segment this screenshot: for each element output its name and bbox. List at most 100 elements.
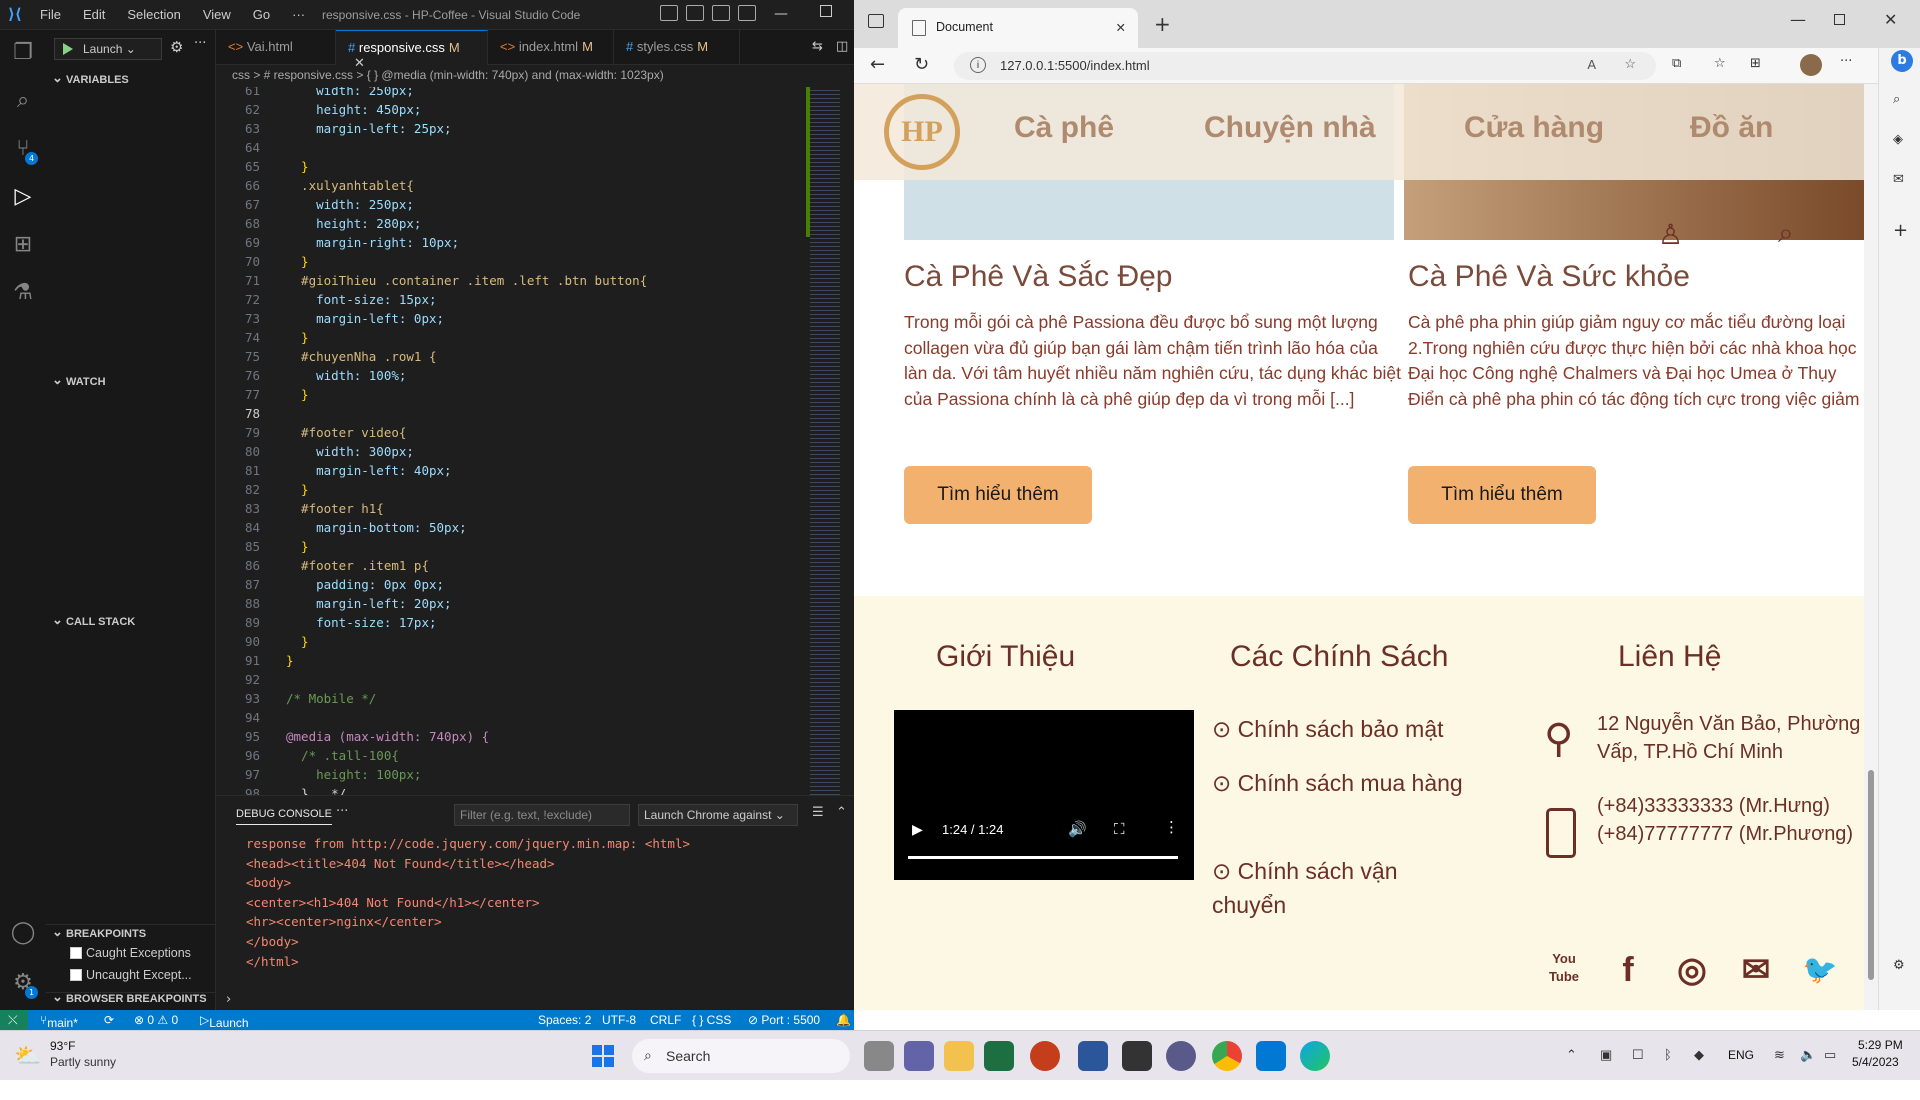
policy-purchase[interactable]: ⊙ Chính sách mua hàng [1212, 766, 1472, 800]
browser-tab-document[interactable]: Document ✕ [898, 8, 1138, 48]
outlook-icon[interactable]: ✉ [1893, 172, 1904, 187]
nav-do-an[interactable]: Đồ ăn [1690, 111, 1773, 145]
more-actions-icon[interactable]: ··· [194, 36, 206, 51]
clock-time[interactable]: 5:29 PM [1858, 1038, 1903, 1052]
code-line[interactable]: #gioiThieu .container .item .left .btn b… [286, 273, 647, 288]
menu-view[interactable]: View [203, 7, 231, 22]
tray-app-icon[interactable]: ▣ [1600, 1047, 1612, 1063]
code-line[interactable]: } [286, 387, 309, 402]
code-line[interactable]: width: 300px; [286, 444, 414, 459]
section-watch[interactable]: WATCH [46, 372, 216, 388]
code-line[interactable]: } [286, 539, 309, 554]
status-branch[interactable]: ⑂ main* [40, 1013, 78, 1030]
code-line[interactable]: #footer .item1 p{ [286, 558, 429, 573]
code-line[interactable]: height: 450px; [286, 102, 421, 117]
testing-icon[interactable]: ⚗ [10, 280, 36, 306]
app-icon[interactable] [1166, 1041, 1196, 1071]
section-variables[interactable]: VARIABLES [46, 70, 216, 86]
tab-styles-css[interactable]: # styles.css M [614, 30, 740, 65]
console-filter-input[interactable]: Filter (e.g. text, !exclude) [454, 804, 630, 826]
menu-more[interactable]: ··· [292, 7, 305, 22]
code-line[interactable]: height: 280px; [286, 216, 421, 231]
code-line[interactable]: margin-bottom: 50px; [286, 520, 467, 535]
extensions-icon[interactable]: ⊞ [10, 232, 36, 258]
read-aloud-icon[interactable]: A [1587, 57, 1596, 72]
bp-caught-exceptions[interactable]: Caught Exceptions [70, 946, 191, 960]
learn-more-button-beauty[interactable]: Tìm hiểu thêm [904, 466, 1092, 524]
tab-actions-icon[interactable] [868, 14, 884, 28]
search-icon[interactable]: ⌕ [10, 88, 36, 114]
account-icon[interactable]: ◯ [10, 920, 36, 946]
start-icon[interactable] [592, 1045, 614, 1067]
code-line[interactable]: width: 100%; [286, 368, 406, 383]
code-line[interactable]: height: 100px; [286, 767, 421, 782]
close-window-icon[interactable]: ✕ [1884, 10, 1897, 29]
code-line[interactable]: margin-left: 25px; [286, 121, 451, 136]
powerpoint-icon[interactable] [1030, 1041, 1060, 1071]
search-icon[interactable]: ⌕ [1778, 216, 1794, 250]
taskbar-search[interactable]: ⌕ Search [632, 1039, 850, 1073]
volume-icon[interactable]: 🔈 [1800, 1047, 1816, 1063]
favorites-icon[interactable]: ☆ [1714, 56, 1726, 71]
nav-cua-hang[interactable]: Cửa hàng [1464, 111, 1604, 145]
settings-more-icon[interactable]: ··· [1840, 54, 1852, 69]
twitter-icon[interactable]: 🐦 [1800, 950, 1840, 990]
code-line[interactable]: } [286, 653, 294, 668]
language-indicator[interactable]: ENG [1728, 1048, 1754, 1062]
status-language[interactable]: { } CSS [692, 1013, 731, 1027]
code-line[interactable]: } [286, 159, 309, 174]
youtube-icon[interactable]: You Tube [1544, 950, 1584, 990]
vscode-taskbar-icon[interactable] [1256, 1041, 1286, 1071]
bluetooth-icon[interactable]: ᛒ [1664, 1047, 1672, 1062]
status-spaces[interactable]: Spaces: 2 [538, 1013, 591, 1027]
tab-vai-html[interactable]: <> Vai.html [216, 30, 336, 65]
word-icon[interactable] [1078, 1041, 1108, 1071]
site-logo[interactable]: HP [884, 94, 960, 170]
tab-responsive-css[interactable]: # responsive.css M ✕ [336, 30, 488, 70]
remote-icon[interactable]: ⤬ [0, 1010, 28, 1030]
wifi-icon[interactable]: ≋ [1774, 1047, 1785, 1063]
refresh-icon[interactable]: ↻ [914, 54, 929, 75]
add-icon[interactable]: + [1893, 220, 1908, 241]
back-icon[interactable]: ← [870, 54, 885, 75]
explorer-icon[interactable]: ❐ [10, 40, 36, 66]
section-browser-breakpoints[interactable]: BROWSER BREAKPOINTS [46, 989, 216, 1005]
instagram-icon[interactable]: ◎ [1672, 950, 1712, 990]
launch-config-dropdown[interactable]: Launch ⌄ [54, 38, 162, 60]
panel-more-icon[interactable]: ··· [336, 804, 348, 819]
facebook-icon[interactable]: f [1608, 950, 1648, 990]
code-line[interactable]: /* Mobile */ [286, 691, 376, 706]
fullscreen-icon[interactable]: ⛶ [1114, 820, 1125, 838]
battery-icon[interactable]: ▭ [1824, 1047, 1836, 1063]
code-line[interactable]: margin-left: 20px; [286, 596, 451, 611]
code-line[interactable]: } [286, 482, 309, 497]
code-line[interactable]: @media (max-width: 740px) { [286, 729, 489, 744]
bp-uncaught-exceptions[interactable]: Uncaught Except... [70, 968, 192, 982]
nav-ca-phe[interactable]: Cà phê [1014, 111, 1114, 145]
shopping-icon[interactable]: ◈ [1893, 132, 1903, 147]
status-encoding[interactable]: UTF-8 [602, 1013, 636, 1027]
bing-chat-icon[interactable]: b [1891, 50, 1913, 72]
menu-selection[interactable]: Selection [127, 7, 180, 22]
code-line[interactable]: #footer h1{ [286, 501, 384, 516]
file-explorer-icon[interactable] [944, 1041, 974, 1071]
menu-go[interactable]: Go [253, 7, 270, 22]
maximize-icon[interactable] [820, 5, 832, 17]
toggle-secondary-sidebar-icon[interactable] [712, 5, 730, 21]
sync-icon[interactable]: ⟳ [104, 1013, 114, 1027]
code-line[interactable]: } [286, 254, 309, 269]
play-icon[interactable]: ▶ [912, 822, 923, 838]
code-line[interactable]: /* .tall-100{ [286, 748, 399, 763]
checkbox[interactable] [70, 969, 82, 981]
notifications-icon[interactable]: 🔔 [836, 1013, 851, 1027]
sidebar-settings-icon[interactable]: ⚙ [1893, 958, 1905, 973]
site-info-icon[interactable]: i [970, 57, 986, 73]
url-input[interactable]: i 127.0.0.1:5500/index.html A ☆ [954, 52, 1656, 80]
code-line[interactable]: padding: 0px 0px; [286, 577, 444, 592]
learn-more-button-health[interactable]: Tìm hiểu thêm [1408, 466, 1596, 524]
tab-debug-console[interactable]: DEBUG CONSOLE [236, 808, 332, 825]
show-hidden-icons-icon[interactable]: ⌃ [1566, 1047, 1577, 1063]
minimize-icon[interactable]: — [1790, 10, 1806, 29]
code-line[interactable]: .xulyanhtablet{ [286, 178, 414, 193]
new-tab-icon[interactable]: + [1154, 12, 1171, 36]
